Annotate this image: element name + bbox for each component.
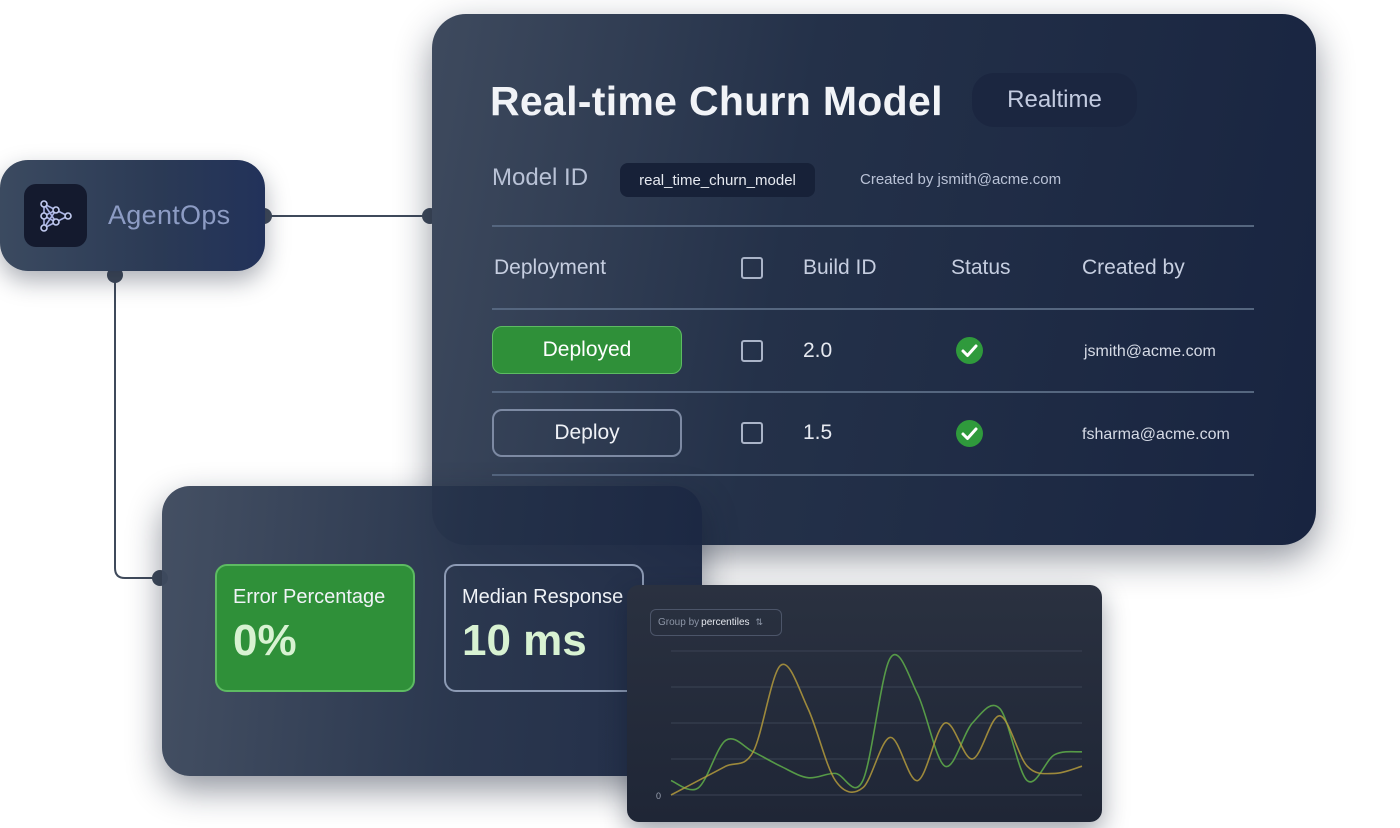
chart-card: 0 Group by percentiles ⇅: [627, 585, 1102, 822]
model-card: Real-time Churn Model Realtime Model ID …: [432, 14, 1316, 545]
check-circle-icon: [956, 420, 983, 447]
realtime-badge: Realtime: [972, 73, 1137, 127]
group-by-label: Group by: [658, 617, 700, 628]
network-graph-icon: [24, 184, 87, 247]
divider: [492, 225, 1254, 227]
created-by-text: Created by jsmith@acme.com: [860, 171, 1062, 188]
divider: [492, 474, 1254, 476]
chevron-updown-icon: ⇅: [755, 617, 764, 627]
build-id-cell: 1.5: [803, 421, 833, 444]
check-circle-icon: [956, 337, 983, 364]
column-header-deployment: Deployment: [494, 256, 607, 279]
y-tick-label: 0: [656, 791, 661, 801]
metric-label: Median Response: [462, 586, 624, 608]
metric-value: 0%: [233, 616, 297, 665]
metric-label: Error Percentage: [233, 586, 386, 608]
created-by-cell: jsmith@acme.com: [1084, 343, 1216, 360]
model-id-chip[interactable]: real_time_churn_model: [620, 163, 815, 197]
error-percentage-card[interactable]: Error Percentage 0%: [215, 564, 415, 692]
deployed-button[interactable]: Deployed: [492, 326, 682, 374]
row-checkbox[interactable]: [741, 340, 763, 362]
column-header-status: Status: [951, 256, 1011, 279]
created-by-cell: fsharma@acme.com: [1082, 426, 1230, 443]
group-by-value: percentiles: [701, 617, 750, 628]
model-id-label: Model ID: [492, 164, 589, 191]
select-all-checkbox[interactable]: [741, 257, 763, 279]
metric-value: 10 ms: [462, 616, 587, 665]
series-line-1: [670, 654, 1083, 791]
divider: [492, 308, 1254, 310]
build-id-cell: 2.0: [803, 339, 833, 362]
row-checkbox[interactable]: [741, 422, 763, 444]
group-by-select[interactable]: Group by percentiles ⇅: [650, 609, 782, 636]
model-title: Real-time Churn Model: [490, 78, 943, 124]
column-header-build-id: Build ID: [803, 256, 877, 279]
metrics-card: Error Percentage 0% Median Response 10 m…: [162, 486, 702, 776]
series-line-2: [670, 663, 1083, 796]
agentops-node[interactable]: AgentOps: [0, 160, 265, 271]
column-header-created-by: Created by: [1082, 256, 1185, 279]
median-response-card[interactable]: Median Response 10 ms: [444, 564, 644, 692]
agentops-label: AgentOps: [108, 200, 231, 230]
divider: [492, 391, 1254, 393]
deploy-button[interactable]: Deploy: [492, 409, 682, 457]
